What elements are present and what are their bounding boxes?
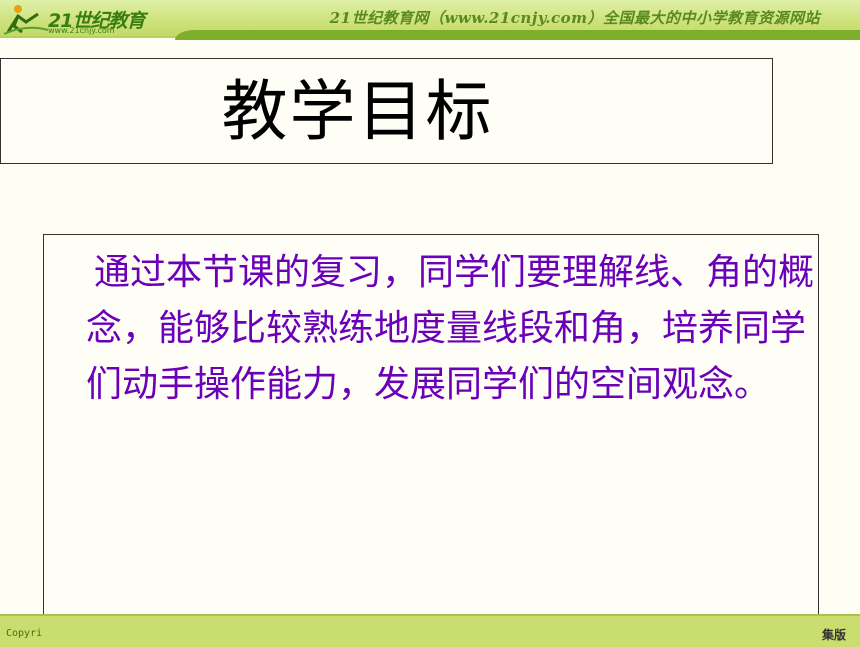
title-box: 教学目标 <box>0 58 773 164</box>
header-swoosh <box>175 30 860 40</box>
objective-text: 通过本节课的复习，同学们要理解线、角的概念，能够比较熟练地度量线段和角，培养同学… <box>86 252 815 405</box>
site-banner[interactable]: 21世纪教育网（www.21cnjy.com）全国最大的中小学教育资源网站 <box>330 7 820 28</box>
footer-bar: Copyri 集版 <box>0 614 860 647</box>
logo-url: www.21cnjy.com <box>48 26 115 35</box>
copyright-text: Copyri <box>6 628 43 639</box>
content-box: 通过本节课的复习，同学们要理解线、角的概念，能够比较熟练地度量线段和角，培养同学… <box>43 234 819 645</box>
runner-icon <box>3 5 49 35</box>
slide-title: 教学目标 <box>221 73 494 150</box>
site-logo[interactable]: 21世纪教育 www.21cnjy.com <box>3 2 154 36</box>
edition-text: 集版 <box>821 628 846 642</box>
